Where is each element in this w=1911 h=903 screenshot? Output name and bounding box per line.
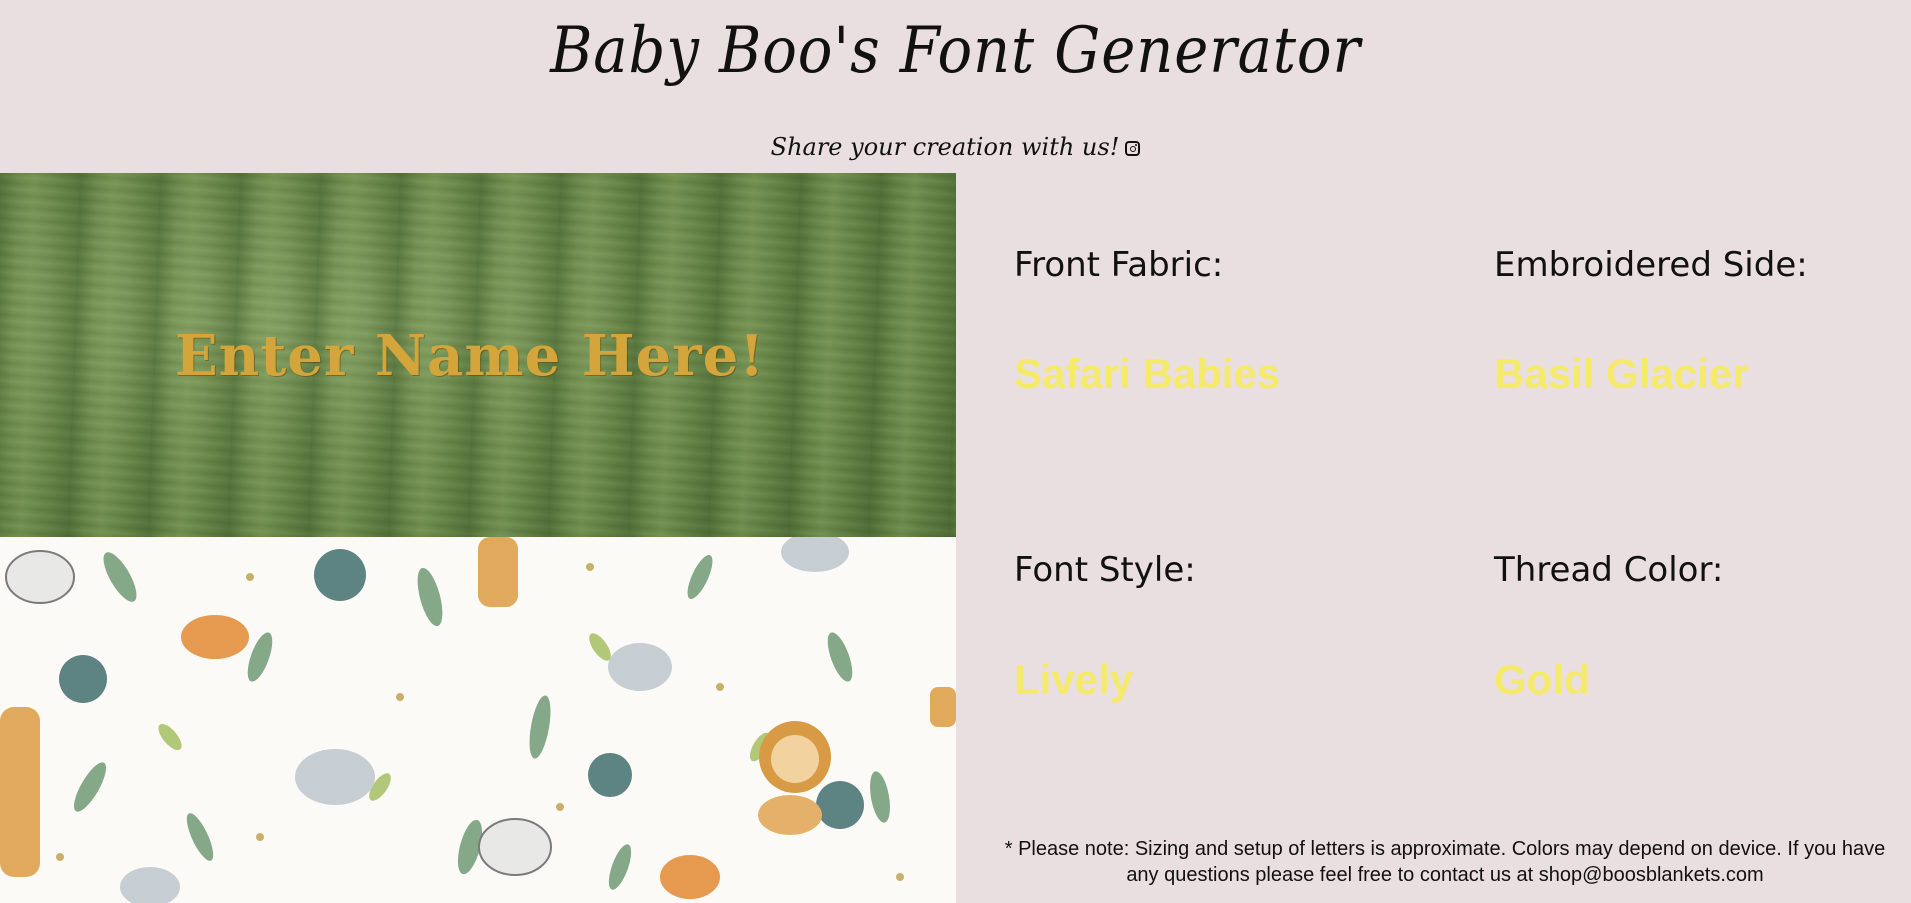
front-fabric-label: Front Fabric: <box>1014 245 1224 285</box>
thread-color-label: Thread Color: <box>1494 550 1724 590</box>
embroidered-side-label: Embroidered Side: <box>1494 245 1808 285</box>
name-preview-text: Enter Name Here! <box>175 323 765 389</box>
embroidered-side-value: Basil Glacier <box>1494 350 1749 397</box>
share-line: Share your creation with us! <box>0 132 1911 162</box>
thread-color-value: Gold <box>1494 656 1590 703</box>
font-style-value: Lively <box>1014 656 1134 703</box>
share-text: Share your creation with us! <box>770 133 1120 161</box>
instagram-icon[interactable] <box>1125 141 1141 156</box>
font-style-label: Font Style: <box>1014 550 1196 590</box>
front-fabric-preview <box>0 537 956 903</box>
header: Baby Boo's Font Generator Share your cre… <box>0 0 1911 173</box>
front-fabric-value: Safari Babies <box>1014 350 1281 397</box>
safari-pattern-image <box>0 537 956 903</box>
disclaimer-note: * Please note: Sizing and setup of lette… <box>1004 838 1886 886</box>
page-title: Baby Boo's Font Generator <box>550 14 1361 88</box>
embroidered-fabric-preview: Enter Name Here! <box>0 173 956 537</box>
